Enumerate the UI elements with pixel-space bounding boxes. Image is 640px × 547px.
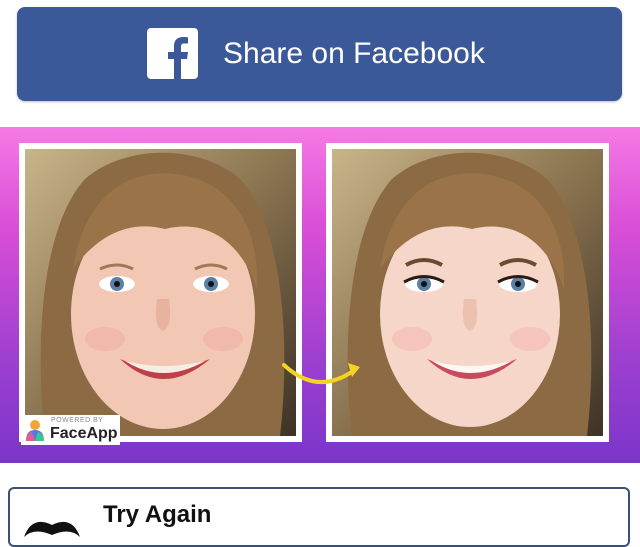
facebook-icon (147, 28, 198, 79)
before-photo-frame (19, 143, 302, 442)
arrow-icon (282, 363, 360, 384)
try-again-label: Try Again (103, 501, 212, 528)
share-button-label: Share on Facebook (223, 37, 485, 70)
after-photo (332, 149, 603, 436)
mustache-icon (24, 521, 80, 537)
comparison-panel: POWERED BY FaceApp (0, 127, 640, 463)
faceapp-logo-icon (26, 420, 44, 441)
faceapp-brand-text: FaceApp (50, 425, 118, 442)
share-on-facebook-button[interactable]: Share on Facebook (17, 7, 622, 101)
powered-by-badge: POWERED BY FaceApp (21, 415, 120, 445)
powered-by-text: POWERED BY (51, 417, 104, 424)
after-photo-frame (326, 143, 609, 442)
try-again-button[interactable]: Try Again (8, 487, 630, 547)
before-photo (25, 149, 296, 436)
